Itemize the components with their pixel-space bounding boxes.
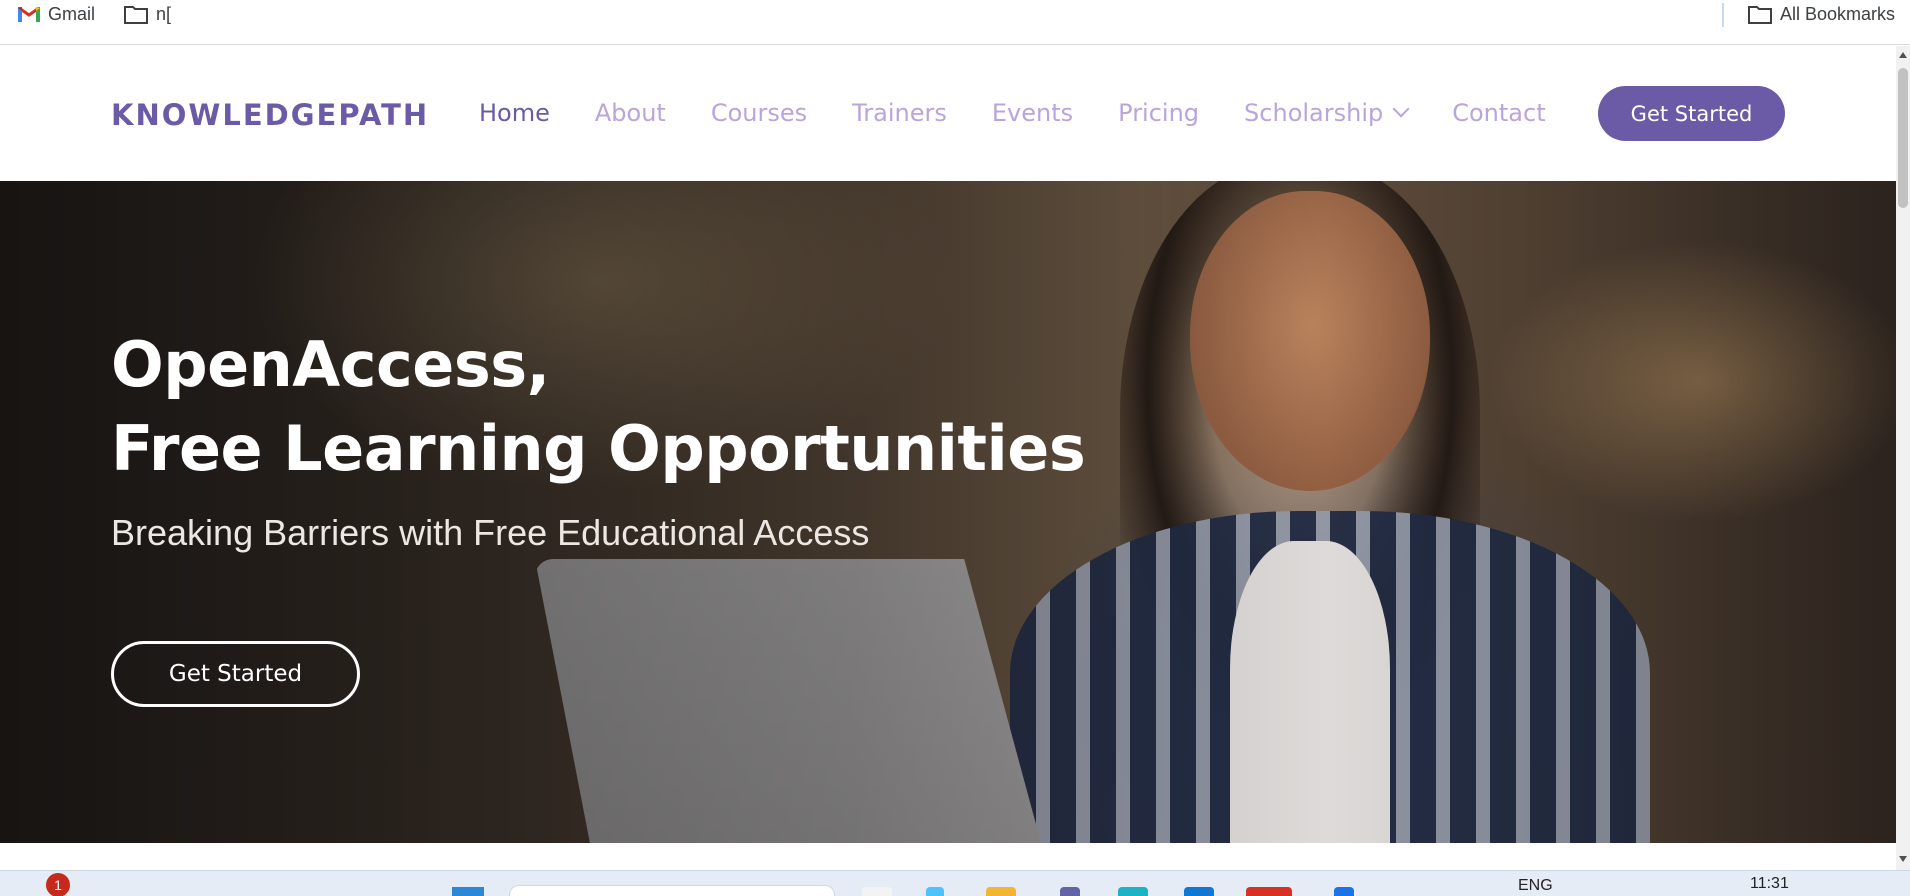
- nav-scholarship-label: Scholarship: [1244, 99, 1384, 127]
- windows-start-icon[interactable]: [452, 887, 484, 896]
- hero-title-line-2: Free Learning Opportunities: [111, 412, 1086, 485]
- bookmarks-bar: Gmail n[ All Bookmarks: [0, 0, 1910, 45]
- bookmark-folder[interactable]: n[: [124, 0, 171, 28]
- header-get-started-button[interactable]: Get Started: [1598, 86, 1785, 141]
- taskbar-app-icon[interactable]: [1184, 887, 1214, 896]
- scroll-up-arrow-icon[interactable]: [1899, 52, 1907, 58]
- nav-scholarship[interactable]: Scholarship: [1244, 99, 1410, 127]
- taskbar-search-box[interactable]: [509, 885, 835, 896]
- os-taskbar: 1 ENG 11:31: [0, 870, 1910, 896]
- hero-section: OpenAccess, Free Learning Opportunities …: [0, 181, 1896, 843]
- taskbar-app-icon[interactable]: [1334, 887, 1354, 896]
- bookmark-gmail[interactable]: Gmail: [18, 0, 95, 28]
- nav-about[interactable]: About: [595, 99, 666, 127]
- main-nav: Home About Courses Trainers Events Prici…: [479, 99, 1591, 127]
- nav-pricing[interactable]: Pricing: [1118, 99, 1199, 127]
- taskbar-app-icon[interactable]: [926, 887, 944, 896]
- scroll-down-arrow-icon[interactable]: [1899, 856, 1907, 862]
- bookmark-folder-label: n[: [156, 3, 172, 24]
- site-header: KNOWLEDGEPATH Home About Courses Trainer…: [0, 46, 1896, 181]
- nav-home[interactable]: Home: [479, 99, 550, 127]
- all-bookmarks-button[interactable]: All Bookmarks: [1748, 0, 1895, 28]
- taskbar-app-icon[interactable]: [862, 887, 892, 896]
- folder-icon: [1748, 6, 1772, 24]
- nav-trainers[interactable]: Trainers: [852, 99, 947, 127]
- hero-title: OpenAccess, Free Learning Opportunities: [111, 323, 1086, 491]
- site-logo[interactable]: KNOWLEDGEPATH: [111, 98, 429, 132]
- taskbar-chrome-icon[interactable]: [1246, 887, 1292, 896]
- bookmark-gmail-label: Gmail: [48, 3, 96, 24]
- folder-icon: [124, 6, 148, 24]
- chevron-down-icon: [1392, 100, 1410, 118]
- hero-title-line-1: OpenAccess,: [111, 328, 550, 401]
- taskbar-folder-icon[interactable]: [986, 887, 1016, 896]
- all-bookmarks-label: All Bookmarks: [1780, 3, 1896, 24]
- nav-events[interactable]: Events: [992, 99, 1073, 127]
- scroll-thumb[interactable]: [1898, 68, 1908, 208]
- gmail-icon: [18, 6, 40, 22]
- hero-subtitle: Breaking Barriers with Free Educational …: [111, 512, 870, 553]
- taskbar-app-icon[interactable]: [1060, 887, 1080, 896]
- hero-get-started-button[interactable]: Get Started: [111, 641, 360, 707]
- clock[interactable]: 11:31: [1750, 875, 1789, 893]
- nav-courses[interactable]: Courses: [711, 99, 807, 127]
- language-indicator[interactable]: ENG: [1518, 877, 1553, 895]
- bookmarks-separator: [1722, 3, 1724, 27]
- page-scrollbar[interactable]: [1896, 46, 1910, 870]
- notification-badge[interactable]: 1: [46, 873, 70, 896]
- taskbar-app-icon[interactable]: [1118, 887, 1148, 896]
- nav-contact[interactable]: Contact: [1452, 99, 1545, 127]
